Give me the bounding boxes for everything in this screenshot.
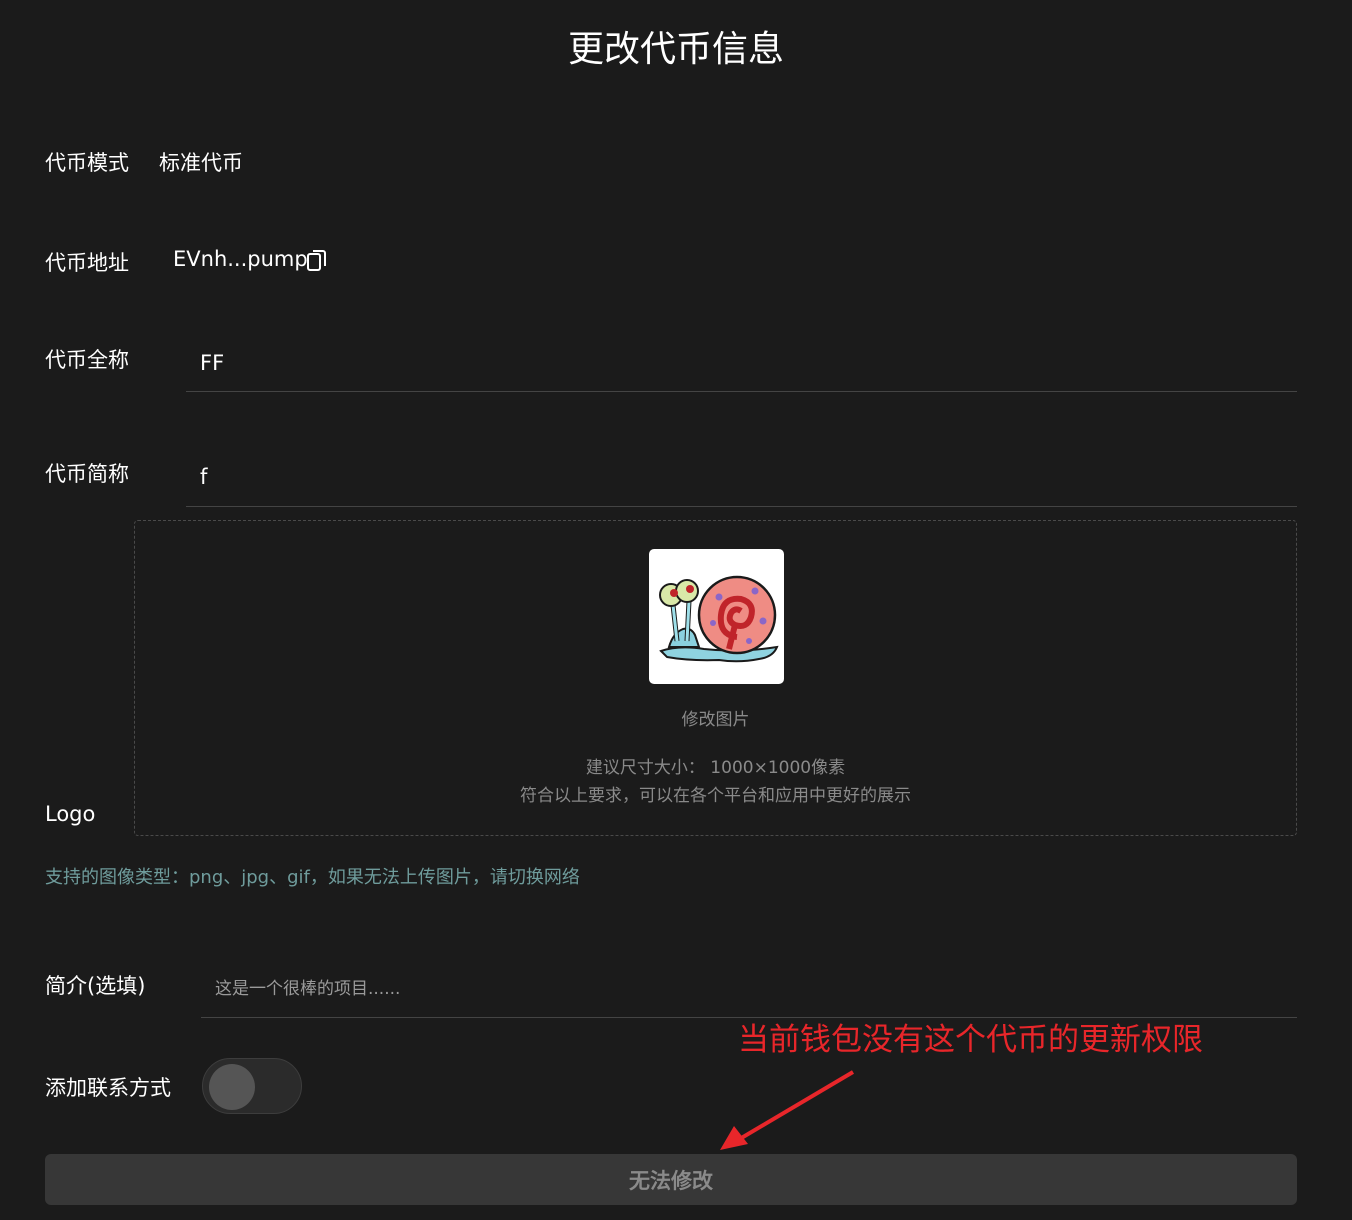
token-edit-page: 更改代币信息 代币模式 标准代币 代币地址 EVnh...pump 代币全称 代… — [0, 0, 1352, 1220]
logo-platform-hint: 符合以上要求，可以在各个平台和应用中更好的展示 — [520, 786, 911, 806]
token-short-name-input[interactable] — [186, 448, 1297, 507]
logo-size-hint: 建议尺寸大小： 1000×1000像素 — [585, 758, 846, 778]
change-image-link[interactable]: 修改图片 — [135, 705, 1296, 730]
intro-input[interactable] — [201, 960, 1297, 1018]
token-full-name-input[interactable] — [186, 334, 1297, 392]
token-full-name-label: 代币全称 — [45, 348, 129, 372]
copy-icon[interactable] — [306, 248, 328, 272]
toggle-knob — [209, 1064, 255, 1110]
add-contact-label: 添加联系方式 — [45, 1076, 171, 1100]
logo-label: Logo — [45, 802, 96, 826]
token-mode-label: 代币模式 — [45, 151, 129, 175]
token-short-name-label: 代币简称 — [45, 462, 129, 486]
annotation-arrow-icon — [720, 1070, 855, 1150]
page-title: 更改代币信息 — [567, 29, 784, 70]
token-address-value: EVnh...pump — [173, 247, 308, 271]
submit-button[interactable]: 无法修改 — [45, 1154, 1297, 1205]
add-contact-toggle[interactable] — [202, 1058, 302, 1114]
token-address-label: 代币地址 — [45, 251, 129, 275]
image-type-note: 支持的图像类型：png、jpg、gif，如果无法上传图片，请切换网络 — [45, 867, 580, 888]
permission-annotation: 当前钱包没有这个代币的更新权限 — [738, 1022, 1203, 1058]
logo-upload-area[interactable]: 修改图片 建议尺寸大小： 1000×1000像素 符合以上要求，可以在各个平台和… — [134, 520, 1297, 836]
snail-logo-image — [649, 549, 784, 684]
intro-label: 简介(选填) — [45, 974, 146, 998]
token-mode-value: 标准代币 — [159, 151, 243, 175]
